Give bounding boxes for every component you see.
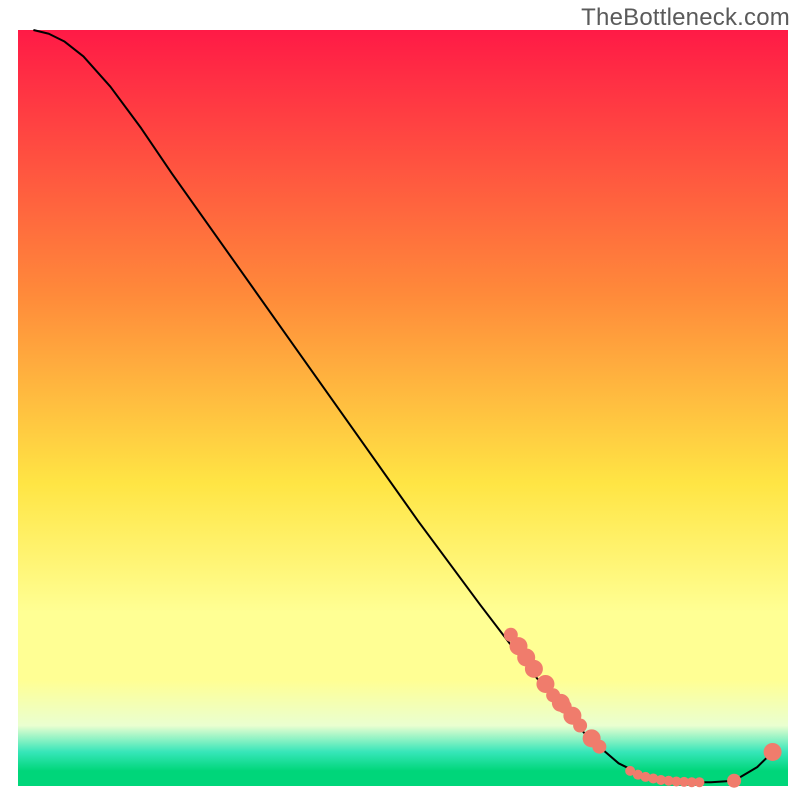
data-point xyxy=(694,777,704,787)
data-point xyxy=(727,774,741,788)
data-point xyxy=(592,740,606,754)
data-point xyxy=(573,719,587,733)
data-point xyxy=(546,688,560,702)
watermark-label: TheBottleneck.com xyxy=(581,4,790,32)
data-point xyxy=(764,743,782,761)
data-point xyxy=(525,660,543,678)
data-point xyxy=(558,700,572,714)
gradient-background xyxy=(18,30,788,786)
bottleneck-chart xyxy=(0,0,800,800)
chart-container: TheBottleneck.com xyxy=(0,0,800,800)
data-point xyxy=(504,628,518,642)
